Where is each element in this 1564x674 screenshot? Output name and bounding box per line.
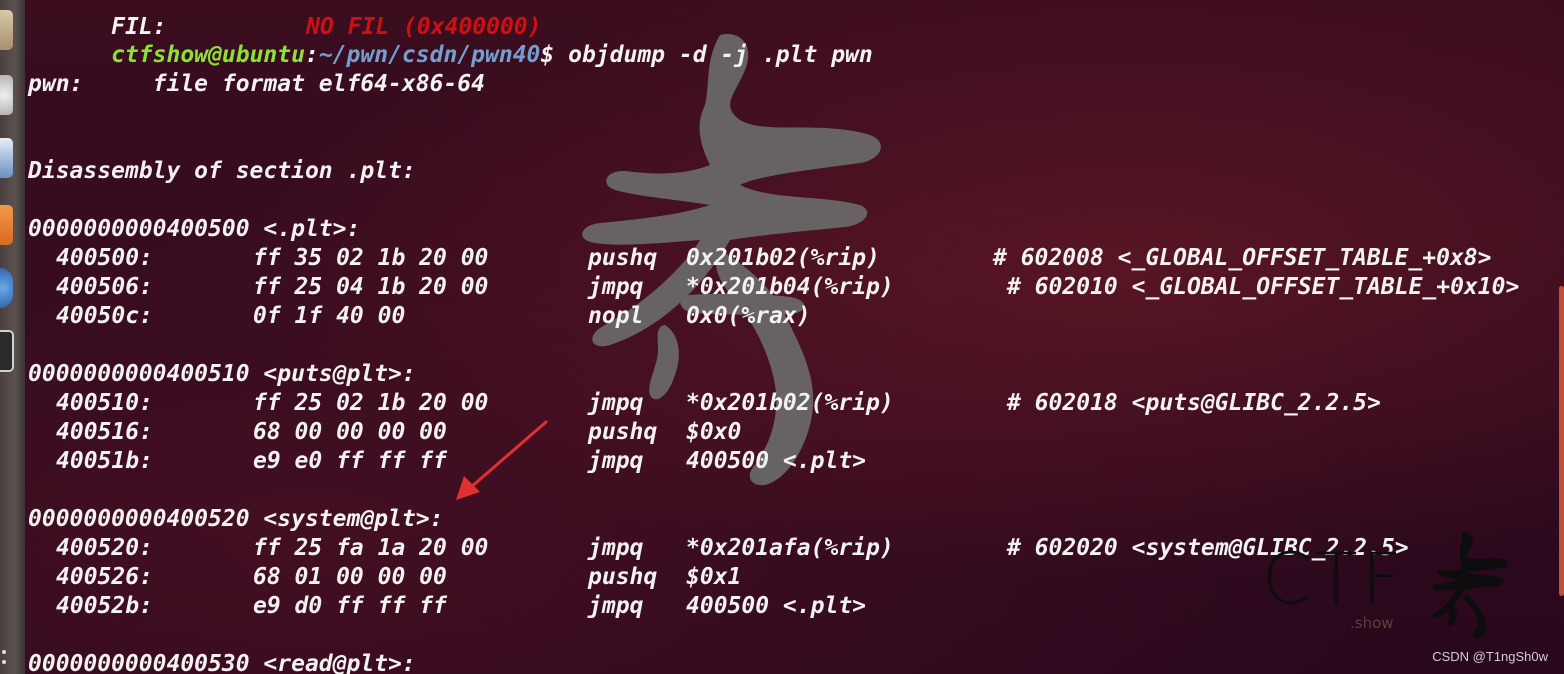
prompt-symbol: $ [540,42,555,68]
ctf-logo-sub: .show [1350,614,1394,632]
ctf-logo-brush-icon [1432,531,1509,639]
files-icon[interactable] [0,10,13,50]
asm-row: 400506: ff 25 04 1b 20 00 jmpq *0x201b04… [56,274,1520,300]
section-header: Disassembly of section .plt: [28,158,416,184]
ctf-logo-letters: CTF [1262,538,1406,620]
prompt-separator: : [304,42,319,68]
block-label: 0000000000400500 <.plt>: [28,216,361,242]
asm-row: 400510: ff 25 02 1b 20 00 jmpq *0x201b02… [56,390,1381,416]
asm-row: 400500: ff 35 02 1b 20 00 pushq 0x201b02… [56,245,1492,271]
launcher-bar [0,0,25,674]
terminal-scrollbar[interactable] [1559,286,1564,596]
prompt-path: ~/pwn/csdn/pwn40 [318,42,541,68]
document-icon[interactable] [0,138,13,178]
asm-row: 400516: 68 00 00 00 00 pushq $0x0 [56,419,742,445]
browser-icon[interactable] [0,75,13,115]
prompt-line: ctfshow@ubuntu:~/pwn/csdn/pwn40$ objdump… [28,12,873,68]
asm-row: 40050c: 0f 1f 40 00 nopl 0x0(%rax) [56,303,811,329]
block-label: 0000000000400510 <puts@plt>: [28,361,416,387]
block-label: 0000000000400530 <read@plt>: [28,651,416,674]
prompt-user-host: ctfshow@ubuntu [111,42,305,68]
prompt-command: objdump -d -j .plt pwn [554,42,873,68]
file-format-line: pwn: file format elf64-x86-64 [28,71,485,97]
software-center-icon[interactable] [0,205,13,245]
ctfshow-logo: CTF .show [1262,530,1512,640]
workspace-dots [2,650,6,654]
block-label: 0000000000400520 <system@plt>: [28,506,444,532]
help-icon[interactable] [0,268,13,308]
csdn-watermark: CSDN @T1ngSh0w [1432,649,1548,664]
asm-row: 40051b: e9 e0 ff ff ff jmpq 400500 <.plt… [56,448,867,474]
desktop-screen: FIL: NO FIL (0x400000) ctfshow@ubuntu:~/p… [0,0,1564,674]
annotation-arrow-icon [456,420,548,500]
terminal-icon[interactable] [0,330,14,372]
